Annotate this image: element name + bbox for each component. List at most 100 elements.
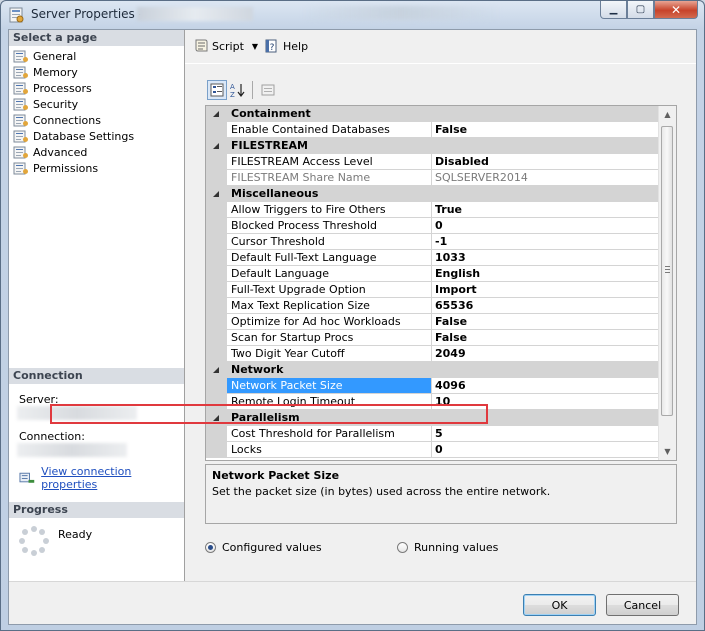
collapse-triangle-icon [213,111,219,117]
property-row[interactable]: Enable Contained Databases False [206,122,660,138]
property-value[interactable]: False [432,330,660,346]
page-item-database-settings[interactable]: Database Settings [9,128,184,144]
property-row[interactable]: FILESTREAM Share Name SQLSERVER2014 [206,170,660,186]
property-name[interactable]: Default Full-Text Language [227,250,432,266]
property-name[interactable]: Cursor Threshold [227,234,432,250]
property-name[interactable]: Two Digit Year Cutoff [227,346,432,362]
ok-button[interactable]: OK [523,594,596,616]
property-grid-scrollbar[interactable]: ▲ ▼ [658,106,676,460]
scroll-down-arrow-icon[interactable]: ▼ [659,443,676,460]
running-values-radio[interactable]: Running values [397,541,498,554]
page-item-permissions[interactable]: Permissions [9,160,184,176]
alphabetical-button[interactable]: A Z [227,80,247,100]
collapse-toggle[interactable] [206,106,227,122]
property-name[interactable]: Blocked Process Threshold [227,218,432,234]
page-item-processors[interactable]: Processors [9,80,184,96]
property-row[interactable]: Remote Login Timeout 10 [206,394,660,410]
property-name[interactable]: Enable Contained Databases [227,122,432,138]
property-value[interactable]: False [432,122,660,138]
property-name[interactable]: Network Packet Size [227,378,432,394]
property-value[interactable]: True [432,202,660,218]
configured-values-radio[interactable]: Configured values [205,541,322,554]
view-connection-properties-link[interactable]: View connection properties [19,465,184,491]
property-value[interactable]: 2049 [432,346,660,362]
collapse-toggle[interactable] [206,410,227,426]
category-row[interactable]: Parallelism [206,410,660,426]
property-value[interactable]: 0 [432,218,660,234]
window-controls: ▁ ▢ ✕ [600,1,698,20]
running-values-radio-dot[interactable] [397,542,408,553]
property-row[interactable]: Cursor Threshold -1 [206,234,660,250]
property-value[interactable]: 5 [432,426,660,442]
configured-values-label: Configured values [222,541,322,554]
script-dropdown-icon[interactable]: ▼ [252,42,258,51]
script-button[interactable]: Script ▼ [193,38,258,54]
property-name[interactable]: FILESTREAM Access Level [227,154,432,170]
collapse-toggle[interactable] [206,362,227,378]
page-item-connections[interactable]: Connections [9,112,184,128]
property-name[interactable]: Scan for Startup Procs [227,330,432,346]
property-name[interactable]: Remote Login Timeout [227,394,432,410]
property-row[interactable]: Full-Text Upgrade Option Import [206,282,660,298]
property-value[interactable]: 65536 [432,298,660,314]
page-item-label: Connections [33,113,101,127]
property-row[interactable]: Cost Threshold for Parallelism 5 [206,426,660,442]
category-name: FILESTREAM [227,138,660,154]
property-value[interactable]: SQLSERVER2014 [432,170,660,186]
property-value[interactable]: 10 [432,394,660,410]
help-button[interactable]: ? Help [263,38,308,54]
property-row[interactable]: Scan for Startup Procs False [206,330,660,346]
property-row[interactable]: Optimize for Ad hoc Workloads False [206,314,660,330]
cancel-button[interactable]: Cancel [606,594,679,616]
property-row[interactable]: Default Full-Text Language 1033 [206,250,660,266]
property-name[interactable]: Allow Triggers to Fire Others [227,202,432,218]
property-value[interactable]: 4096 [432,378,660,394]
connection-header: Connection [9,368,184,384]
property-row[interactable]: Default Language English [206,266,660,282]
property-row[interactable]: Max Text Replication Size 65536 [206,298,660,314]
scroll-thumb[interactable] [661,126,673,416]
category-row[interactable]: Network [206,362,660,378]
property-row[interactable]: Network Packet Size 4096 [206,378,660,394]
property-row[interactable]: Blocked Process Threshold 0 [206,218,660,234]
description-title: Network Packet Size [212,469,340,482]
page-item-advanced[interactable]: Advanced [9,144,184,160]
property-name[interactable]: Full-Text Upgrade Option [227,282,432,298]
page-item-security[interactable]: Security [9,96,184,112]
right-pane: Script ▼ ? Help A Z Containment Enable C… [185,30,696,581]
property-name[interactable]: Locks [227,442,432,458]
title-bar[interactable]: Server Properties - ▁ ▢ ✕ [1,1,704,29]
property-row[interactable]: Two Digit Year Cutoff 2049 [206,346,660,362]
scroll-up-arrow-icon[interactable]: ▲ [659,106,676,123]
category-row[interactable]: Containment [206,106,660,122]
property-value[interactable]: -1 [432,234,660,250]
property-value[interactable]: 1033 [432,250,660,266]
property-name[interactable]: Cost Threshold for Parallelism [227,426,432,442]
close-button[interactable]: ✕ [654,1,698,19]
property-name[interactable]: Max Text Replication Size [227,298,432,314]
category-row[interactable]: Miscellaneous [206,186,660,202]
property-value[interactable]: 0 [432,442,660,458]
collapse-toggle[interactable] [206,186,227,202]
property-row[interactable]: FILESTREAM Access Level Disabled [206,154,660,170]
connection-label: Connection: [19,430,85,443]
property-value[interactable]: Import [432,282,660,298]
property-name[interactable]: FILESTREAM Share Name [227,170,432,186]
property-name[interactable]: Optimize for Ad hoc Workloads [227,314,432,330]
minimize-button[interactable]: ▁ [600,1,627,19]
maximize-button[interactable]: ▢ [627,1,654,19]
property-pages-button[interactable] [258,80,278,100]
property-row[interactable]: Allow Triggers to Fire Others True [206,202,660,218]
property-value[interactable]: Disabled [432,154,660,170]
property-row[interactable]: Locks 0 [206,442,660,458]
property-value[interactable]: English [432,266,660,282]
categorized-button[interactable] [207,80,227,100]
configured-values-radio-dot[interactable] [205,542,216,553]
property-value[interactable]: False [432,314,660,330]
page-item-general[interactable]: General [9,48,184,64]
category-row[interactable]: FILESTREAM [206,138,660,154]
property-name[interactable]: Default Language [227,266,432,282]
collapse-toggle[interactable] [206,138,227,154]
categorized-icon [210,83,224,97]
page-item-memory[interactable]: Memory [9,64,184,80]
